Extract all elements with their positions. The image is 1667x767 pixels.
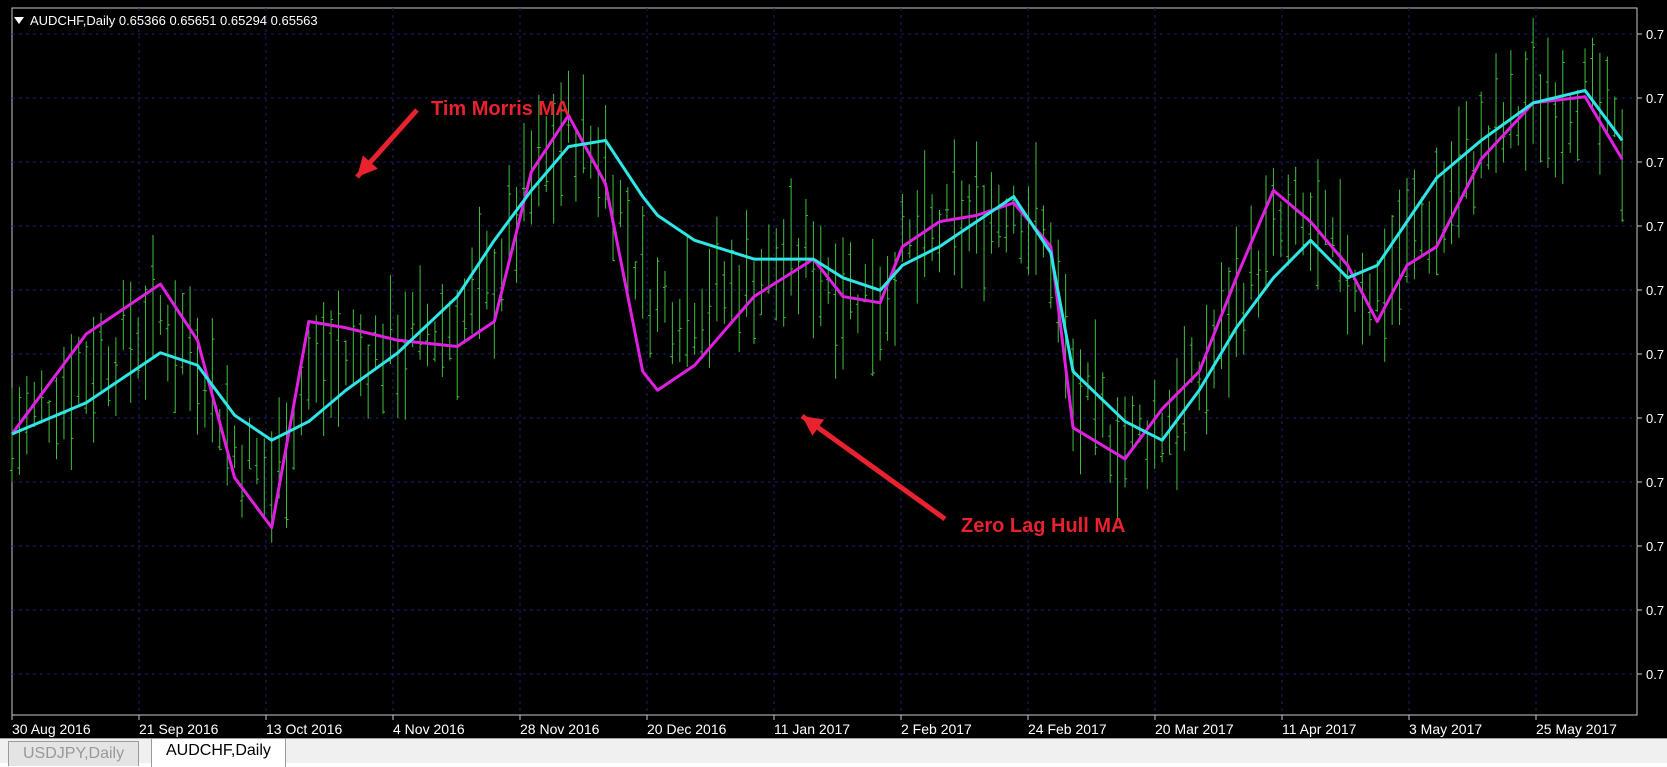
x-tick-label: 11 Apr 2017 xyxy=(1282,721,1357,737)
y-tick-label: 0.7 xyxy=(1646,155,1664,170)
plot-frame xyxy=(11,7,1638,716)
arrow-zero-lag-head xyxy=(802,416,825,436)
symbol-ohlc-label: AUDCHF,Daily 0.65366 0.65651 0.65294 0.6… xyxy=(30,12,318,28)
x-tick-label: 20 Mar 2017 xyxy=(1155,721,1234,737)
y-tick-label: 0.7 xyxy=(1646,603,1664,618)
tim-morris-ma-line xyxy=(10,95,1624,530)
x-tick-label: 28 Nov 2016 xyxy=(520,721,600,737)
y-tick-label: 0.7 xyxy=(1646,539,1664,554)
y-tick-label: 0.7 xyxy=(1646,27,1664,42)
x-tick-label: 3 May 2017 xyxy=(1409,721,1482,737)
annotation-zero-lag: Zero Lag Hull MA xyxy=(961,515,1126,537)
chart-window[interactable]: 0.7 0.7 0.7 0.7 0.7 0.7 0.7 0.7 0.7 0.7 0.7 30 Aug … xyxy=(0,0,1667,738)
price-chart[interactable]: 0.7 0.7 0.7 0.7 0.7 0.7 0.7 0.7 0.7 0.7 0.7 30 Aug … xyxy=(0,0,1667,738)
chart-tab-bar: USDJPY,Daily AUDCHF,Daily xyxy=(0,738,1667,767)
y-tick-label: 0.7 xyxy=(1646,347,1664,362)
x-tick-label: 4 Nov 2016 xyxy=(393,721,465,737)
y-tick-label: 0.7 xyxy=(1646,411,1664,426)
x-tick-label: 2 Feb 2017 xyxy=(901,721,972,737)
tab-audchf-daily[interactable]: AUDCHF,Daily xyxy=(151,738,286,767)
arrow-zero-lag xyxy=(800,413,947,522)
annotation-tim-morris: Tim Morris MA xyxy=(431,98,570,120)
y-tick-label: 0.7 xyxy=(1646,219,1664,234)
x-tick-label: 25 May 2017 xyxy=(1536,721,1617,737)
y-tick-label: 0.7 xyxy=(1646,91,1664,106)
chart-header: AUDCHF,Daily 0.65366 0.65651 0.65294 0.6… xyxy=(14,11,318,29)
x-tick-label: 30 Aug 2016 xyxy=(12,721,91,737)
x-tick-label: 13 Oct 2016 xyxy=(266,721,342,737)
y-tick-label: 0.7 xyxy=(1646,283,1664,298)
tab-usdjpy-daily[interactable]: USDJPY,Daily xyxy=(8,741,140,766)
y-tick-label: 0.7 xyxy=(1646,667,1664,682)
x-tick-label: 11 Jan 2017 xyxy=(774,721,850,737)
dropdown-triangle-icon[interactable] xyxy=(14,16,24,24)
x-tick-label: 21 Sep 2016 xyxy=(139,721,219,737)
y-tick-label: 0.7 xyxy=(1646,475,1664,490)
x-tick-label: 24 Feb 2017 xyxy=(1028,721,1107,737)
x-tick-label: 20 Dec 2016 xyxy=(647,721,727,737)
